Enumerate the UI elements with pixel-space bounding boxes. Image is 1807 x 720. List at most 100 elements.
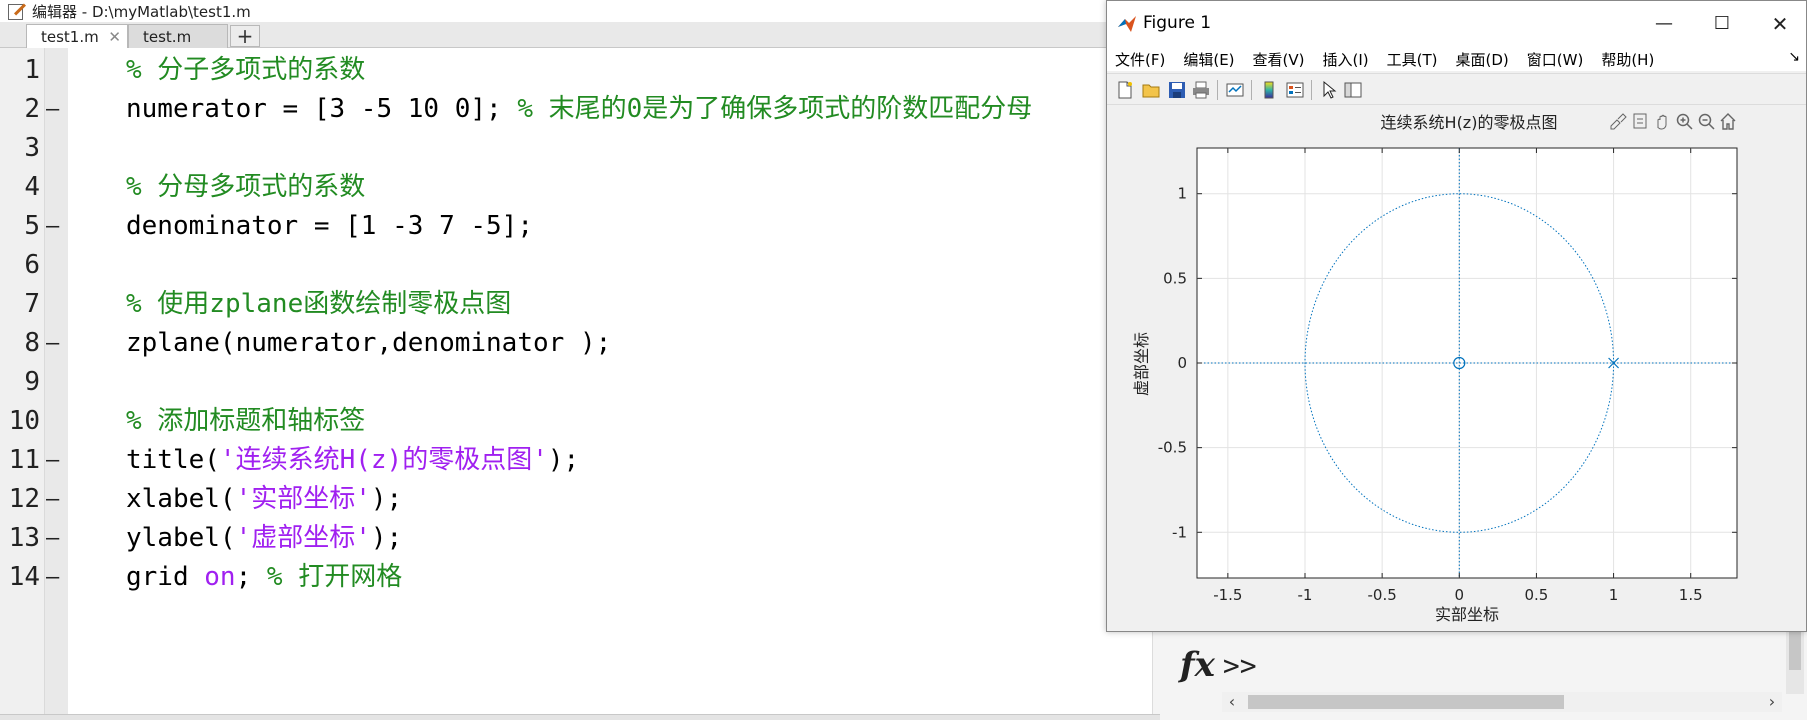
open-file-icon[interactable]	[1141, 80, 1161, 100]
tab-label: test.m	[143, 27, 192, 46]
command-horizontal-scrollbar[interactable]: ‹ ›	[1222, 692, 1782, 712]
print-icon[interactable]	[1191, 80, 1211, 100]
editor-status-edge	[0, 714, 1160, 720]
zplane-plot[interactable]: 连续系统H(z)的零极点图 -1.5 -1 -0.5 0 0.5 1 1.5 -1 -0.5 0…	[1107, 106, 1806, 631]
code-editor[interactable]: 1% 分子多项式的系数 2— numerator = [3 -5 10 0]; % …	[0, 48, 1160, 714]
editor-tabbar: test1.m ✕ test.m +	[0, 22, 1160, 48]
link-plot-icon[interactable]	[1225, 80, 1245, 100]
code-token-string: '连续系统H(z)的零极点图'	[219, 445, 548, 475]
scroll-thumb[interactable]	[1789, 630, 1801, 670]
maximize-button[interactable]: ☐	[1707, 11, 1737, 37]
menu-overflow-icon[interactable]: ↘	[1788, 49, 1800, 65]
scroll-left-icon[interactable]: ‹	[1222, 692, 1242, 712]
toolbar-separator	[1217, 80, 1218, 100]
x-tick-label: 0	[1455, 586, 1465, 604]
colorbar-icon[interactable]	[1259, 80, 1279, 100]
editor-window: 编辑器 - D:\myMatlab\test1.m test1.m ✕ test…	[0, 0, 1160, 720]
code-token-comment: % 分子多项式的系数	[126, 55, 366, 85]
code-token-code: title(	[126, 445, 220, 475]
figure-canvas[interactable]: 连续系统H(z)的零极点图 -1.5 -1 -0.5 0 0.5 1 1.5 -1 -0.5 0…	[1107, 106, 1806, 631]
code-token-string: '实部坐标'	[235, 484, 371, 514]
add-tab-button[interactable]: +	[230, 25, 260, 47]
code-token-code: ylabel(	[126, 523, 236, 553]
tab-test1[interactable]: test1.m ✕	[26, 24, 128, 48]
x-axis-label: 实部坐标	[1435, 605, 1499, 624]
tab-test[interactable]: test.m	[128, 24, 228, 48]
prompt-symbol: >>	[1222, 648, 1257, 682]
axes-toolbar	[1610, 113, 1736, 130]
home-icon[interactable]	[1720, 113, 1736, 130]
scroll-right-icon[interactable]: ›	[1762, 692, 1782, 712]
code-token-code: );	[370, 523, 403, 553]
y-tick-label: -1	[1172, 523, 1187, 541]
code-token-comment: % 使用zplane函数绘制零极点图	[126, 289, 512, 319]
close-button[interactable]: ✕	[1765, 11, 1795, 37]
chart-title: 连续系统H(z)的零极点图	[1381, 113, 1558, 132]
zoom-out-icon[interactable]	[1698, 113, 1715, 130]
menu-help[interactable]: 帮助(H)	[1601, 49, 1654, 70]
x-tick-label: -0.5	[1368, 586, 1397, 604]
property-inspector-icon[interactable]	[1343, 80, 1363, 100]
code-token-code: );	[547, 445, 580, 475]
code-token-code: zplane(numerator,denominator );	[126, 328, 612, 358]
close-icon[interactable]: ✕	[108, 28, 121, 46]
zoom-in-icon[interactable]	[1676, 113, 1693, 130]
menu-view[interactable]: 查看(V)	[1253, 49, 1305, 70]
brush-icon[interactable]	[1610, 113, 1627, 130]
toolbar-separator	[1311, 80, 1312, 100]
editor-title: 编辑器 - D:\myMatlab\test1.m	[32, 2, 251, 21]
breakpoint-marker[interactable]: —	[46, 555, 59, 600]
figure-toolbar	[1107, 73, 1806, 105]
code-line[interactable]: 14— grid on; % 打开网格	[0, 555, 1150, 600]
pan-icon[interactable]	[1657, 114, 1667, 130]
code-token-comment: % 末尾的0是为了确保多项式的阶数匹配分母	[517, 94, 1033, 124]
code-token-code: );	[370, 484, 403, 514]
matlab-logo-icon	[1118, 16, 1136, 32]
figure-menubar: 文件(F) 编辑(E) 查看(V) 插入(I) 工具(T) 桌面(D) 窗口(W…	[1107, 47, 1806, 71]
x-tick-label: -1	[1298, 586, 1313, 604]
x-tick-label: 1.5	[1679, 586, 1703, 604]
code-token-code: grid	[126, 562, 205, 592]
menu-desktop[interactable]: 桌面(D)	[1456, 49, 1509, 70]
figure-title: Figure 1	[1143, 13, 1212, 33]
menu-window[interactable]: 窗口(W)	[1527, 49, 1584, 70]
code-token-comment: % 添加标题和轴标签	[126, 406, 366, 436]
minimize-button[interactable]: —	[1649, 11, 1679, 37]
datatip-icon[interactable]	[1633, 113, 1647, 129]
toolbar-separator	[1251, 80, 1252, 100]
editor-icon	[6, 3, 26, 20]
code-token-code: ;	[235, 562, 267, 592]
y-axis-label: 虚部坐标	[1132, 332, 1151, 396]
line-number: 14	[8, 562, 40, 592]
command-vertical-scrollbar[interactable]	[1786, 630, 1804, 694]
menu-file[interactable]: 文件(F)	[1115, 49, 1165, 70]
figure-window: Figure 1 — ☐ ✕ 文件(F) 编辑(E) 查看(V) 插入(I) 工…	[1106, 0, 1807, 632]
code-token-keyword: on	[204, 562, 236, 592]
code-token-code: denominator = [1 -3 7 -5];	[126, 211, 533, 241]
x-tick-label: -1.5	[1213, 586, 1242, 604]
tab-label: test1.m	[41, 27, 99, 46]
menu-insert[interactable]: 插入(I)	[1323, 49, 1369, 70]
code-text: grid on; % 打开网格	[126, 555, 402, 600]
y-tick-label: -0.5	[1158, 439, 1187, 457]
command-prompt[interactable]: fx >>	[1180, 640, 1257, 690]
y-tick-label: 1	[1177, 185, 1187, 203]
save-icon[interactable]	[1167, 80, 1187, 100]
editor-titlebar: 编辑器 - D:\myMatlab\test1.m	[0, 0, 1160, 22]
menu-edit[interactable]: 编辑(E)	[1183, 49, 1234, 70]
code-token-code: numerator = [3 -5 10 0];	[126, 94, 518, 124]
code-token-string: '虚部坐标'	[235, 523, 371, 553]
fx-icon[interactable]: fx	[1180, 645, 1215, 685]
menu-tools[interactable]: 工具(T)	[1387, 49, 1438, 70]
x-tick-label: 0.5	[1524, 586, 1548, 604]
legend-icon[interactable]	[1285, 80, 1305, 100]
pointer-icon[interactable]	[1319, 80, 1339, 100]
x-tick-label: 1	[1609, 586, 1619, 604]
scroll-thumb[interactable]	[1248, 695, 1564, 709]
code-token-comment: % 分母多项式的系数	[126, 172, 366, 202]
figure-titlebar: Figure 1 — ☐ ✕	[1107, 1, 1806, 47]
y-tick-label: 0.5	[1163, 269, 1187, 287]
new-figure-icon[interactable]	[1115, 80, 1135, 100]
code-token-comment: % 打开网格	[266, 562, 403, 592]
code-token-code: xlabel(	[126, 484, 236, 514]
